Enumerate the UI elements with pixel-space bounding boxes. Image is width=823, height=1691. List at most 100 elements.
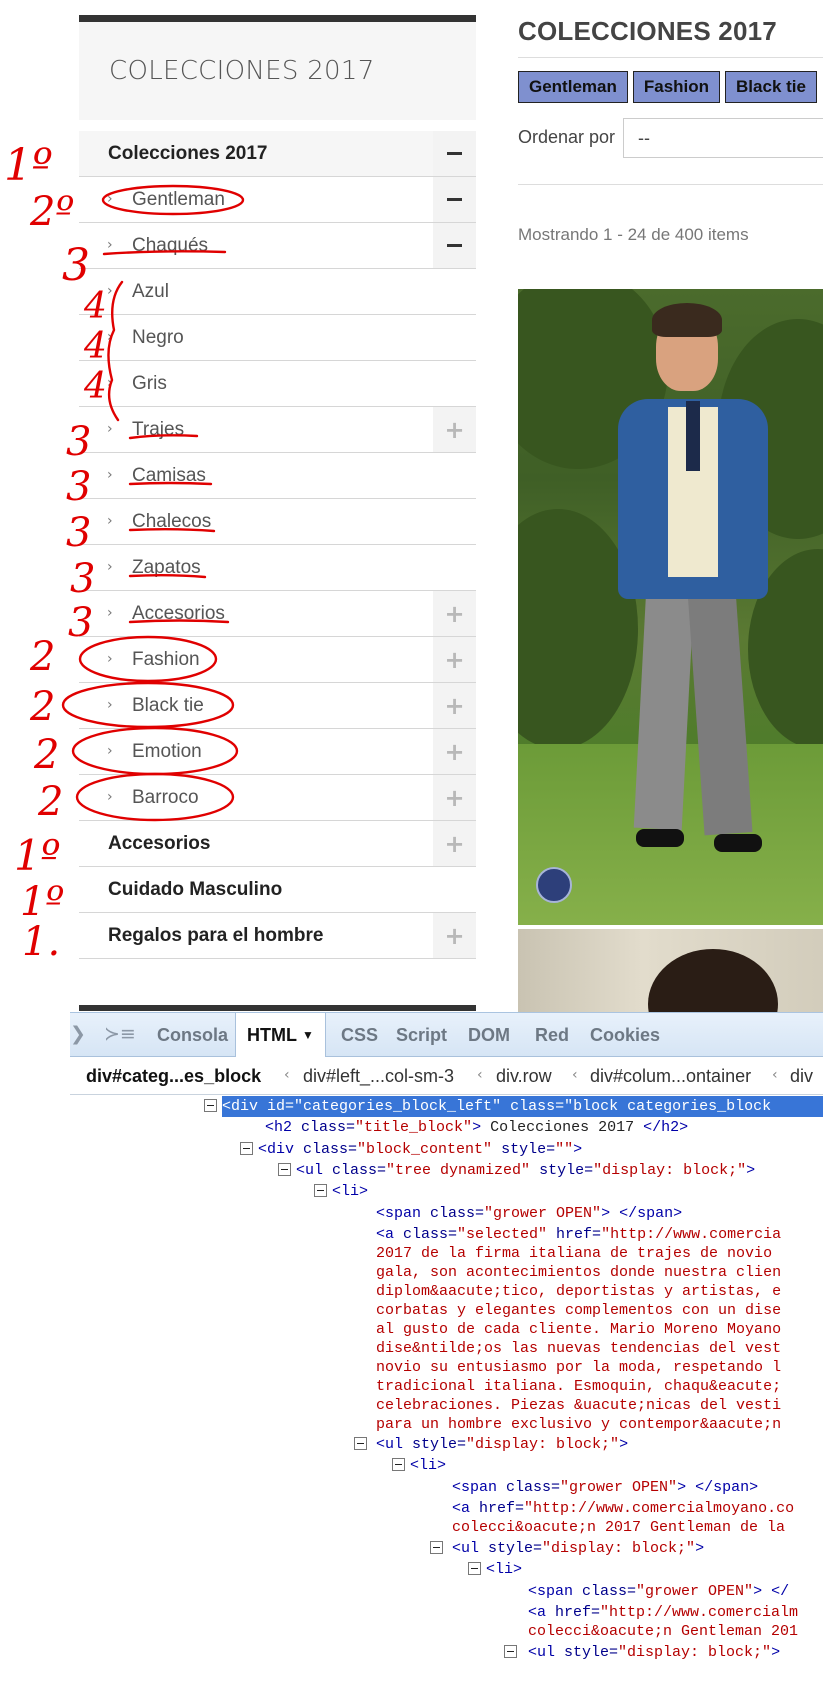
- category-accesorios-gentleman[interactable]: › Accesorios +: [79, 591, 476, 637]
- category-label[interactable]: Fashion: [132, 649, 200, 671]
- brand-logo-icon: [536, 867, 572, 903]
- category-negro[interactable]: › Negro: [79, 315, 476, 361]
- command-line-icon[interactable]: ≻≡: [104, 1023, 136, 1045]
- collapse-node-icon[interactable]: [430, 1541, 443, 1554]
- tab-black-tie[interactable]: Black tie: [725, 71, 817, 103]
- tab-fashion[interactable]: Fashion: [632, 71, 721, 103]
- chevron-right-icon: ›: [107, 789, 113, 805]
- collapse-node-icon[interactable]: [468, 1562, 481, 1575]
- category-label[interactable]: Barroco: [132, 787, 199, 809]
- product-image[interactable]: [518, 289, 823, 925]
- collapse-node-icon[interactable]: [278, 1163, 291, 1176]
- caret-down-icon[interactable]: ▼: [302, 1028, 314, 1042]
- breadcrumb: div#categ...es_block ‹ div#left_...col-s…: [70, 1057, 823, 1095]
- sort-select[interactable]: --: [623, 118, 823, 158]
- tab-script[interactable]: Script: [396, 1013, 447, 1057]
- tab-consola[interactable]: Consola: [157, 1013, 228, 1057]
- sort-label: Ordenar por: [518, 127, 616, 147]
- category-emotion[interactable]: › Emotion +: [79, 729, 476, 775]
- tab-dom[interactable]: DOM: [468, 1013, 510, 1057]
- category-label[interactable]: Gris: [132, 373, 167, 395]
- html-node[interactable]: <li>: [486, 1559, 522, 1580]
- category-cuidado-masculino[interactable]: Cuidado Masculino: [79, 867, 476, 913]
- annotation-mark: 2: [29, 684, 55, 730]
- collapse-node-icon[interactable]: [204, 1099, 217, 1112]
- category-label[interactable]: Emotion: [132, 741, 202, 763]
- collapse-node-icon[interactable]: [354, 1437, 367, 1450]
- category-trajes[interactable]: › Trajes +: [79, 407, 476, 453]
- collapse-icon[interactable]: [433, 177, 476, 222]
- category-colecciones-2017[interactable]: Colecciones 2017: [79, 131, 476, 177]
- category-chalecos[interactable]: › Chalecos: [79, 499, 476, 545]
- category-label[interactable]: Zapatos: [132, 557, 201, 579]
- category-label[interactable]: Accesorios: [108, 833, 210, 855]
- breadcrumb-item[interactable]: div: [790, 1066, 813, 1087]
- breadcrumb-item[interactable]: div#left_...col-sm-3: [303, 1066, 454, 1087]
- html-node[interactable]: <a class="selected" href="http://www.com…: [376, 1224, 781, 1245]
- category-label[interactable]: Chalecos: [132, 511, 211, 533]
- html-node-selected[interactable]: <div id="categories_block_left" class="b…: [222, 1096, 823, 1117]
- category-barroco[interactable]: › Barroco +: [79, 775, 476, 821]
- html-node[interactable]: <a href="http://www.comercialmoyano.co: [452, 1498, 794, 1519]
- category-label[interactable]: Black tie: [132, 695, 204, 717]
- html-node[interactable]: <li>: [332, 1181, 368, 1202]
- breadcrumb-item[interactable]: div.row: [496, 1066, 552, 1087]
- category-label[interactable]: Camisas: [132, 465, 206, 487]
- html-node[interactable]: <a href="http://www.comercialm: [528, 1602, 798, 1623]
- category-label[interactable]: Azul: [132, 281, 169, 303]
- category-gentleman[interactable]: › Gentleman: [79, 177, 476, 223]
- category-zapatos[interactable]: › Zapatos: [79, 545, 476, 591]
- collapse-node-icon[interactable]: [392, 1458, 405, 1471]
- inspect-arrow-icon[interactable]: ❯: [70, 1023, 86, 1045]
- tab-cookies[interactable]: Cookies: [590, 1013, 660, 1057]
- category-chaques[interactable]: › Chaqués: [79, 223, 476, 269]
- html-node[interactable]: <div class="block_content" style="">: [258, 1139, 582, 1160]
- chevron-right-icon: ›: [107, 651, 113, 667]
- html-node[interactable]: <span class="grower OPEN"> </span>: [452, 1477, 758, 1498]
- product-image[interactable]: [518, 929, 823, 1012]
- tab-html[interactable]: HTML ▼: [235, 1013, 326, 1057]
- expand-icon[interactable]: +: [433, 821, 476, 866]
- category-regalos[interactable]: Regalos para el hombre +: [79, 913, 476, 959]
- html-node[interactable]: <ul style="display: block;">: [452, 1538, 704, 1559]
- expand-icon[interactable]: +: [433, 775, 476, 820]
- html-node[interactable]: <span class="grower OPEN"> </: [528, 1581, 789, 1602]
- html-node[interactable]: <ul style="display: block;">: [376, 1434, 628, 1455]
- category-gris[interactable]: › Gris: [79, 361, 476, 407]
- collapse-node-icon[interactable]: [314, 1184, 327, 1197]
- html-node[interactable]: <span class="grower OPEN"> </span>: [376, 1203, 682, 1224]
- collapse-node-icon[interactable]: [504, 1645, 517, 1658]
- category-camisas[interactable]: › Camisas: [79, 453, 476, 499]
- collapse-icon[interactable]: [433, 223, 476, 268]
- category-black-tie[interactable]: › Black tie +: [79, 683, 476, 729]
- html-node[interactable]: <li>: [410, 1455, 446, 1476]
- expand-icon[interactable]: +: [433, 637, 476, 682]
- category-label[interactable]: Gentleman: [132, 189, 225, 211]
- expand-icon[interactable]: +: [433, 591, 476, 636]
- category-azul[interactable]: › Azul: [79, 269, 476, 315]
- breadcrumb-item[interactable]: div#colum...ontainer: [590, 1066, 751, 1087]
- tab-html-label: HTML: [247, 1024, 297, 1045]
- breadcrumb-item[interactable]: div#categ...es_block: [86, 1066, 261, 1087]
- category-label[interactable]: Cuidado Masculino: [108, 879, 282, 901]
- category-fashion[interactable]: › Fashion +: [79, 637, 476, 683]
- category-label[interactable]: Colecciones 2017: [108, 143, 267, 165]
- expand-icon[interactable]: +: [433, 729, 476, 774]
- html-node[interactable]: <h2 class="title_block"> Colecciones 201…: [265, 1117, 688, 1138]
- category-label[interactable]: Chaqués: [132, 235, 208, 257]
- expand-icon[interactable]: +: [433, 913, 476, 958]
- category-label[interactable]: Negro: [132, 327, 184, 349]
- category-label[interactable]: Accesorios: [132, 603, 225, 625]
- expand-icon[interactable]: +: [433, 407, 476, 452]
- html-node[interactable]: <ul style="display: block;">: [528, 1642, 780, 1663]
- category-accesorios[interactable]: Accesorios +: [79, 821, 476, 867]
- collapse-node-icon[interactable]: [240, 1142, 253, 1155]
- category-label[interactable]: Regalos para el hombre: [108, 925, 323, 947]
- tab-red[interactable]: Red: [535, 1013, 569, 1057]
- category-label[interactable]: Trajes: [132, 419, 184, 441]
- collapse-icon[interactable]: [433, 131, 476, 176]
- tab-css[interactable]: CSS: [341, 1013, 378, 1057]
- tab-gentleman[interactable]: Gentleman: [518, 71, 628, 103]
- expand-icon[interactable]: +: [433, 683, 476, 728]
- html-node[interactable]: <ul class="tree dynamized" style="displa…: [296, 1160, 755, 1181]
